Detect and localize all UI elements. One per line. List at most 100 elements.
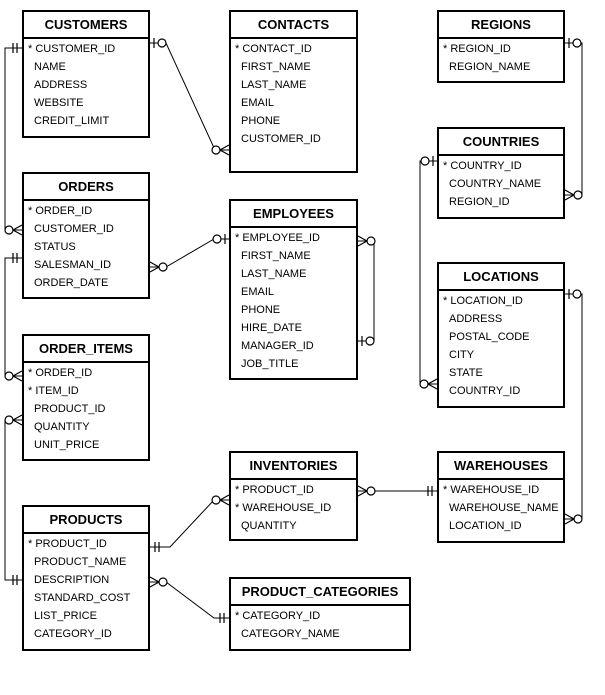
- column: WAREHOUSE_NAME: [439, 499, 563, 517]
- zero-circle-icon: [419, 379, 429, 389]
- column-name: PHONE: [241, 304, 281, 316]
- column: PHONE: [231, 301, 356, 319]
- primary-key-column: * WAREHOUSE_ID: [231, 499, 356, 517]
- table-regions[interactable]: REGIONS * REGION_ID REGION_NAME: [437, 10, 565, 83]
- zero-circle-icon: [573, 514, 583, 524]
- column-name: CATEGORY_NAME: [241, 628, 340, 640]
- column-name: CUSTOMER_ID: [241, 133, 321, 145]
- column-name: CITY: [449, 349, 475, 361]
- column: REGION_ID: [439, 193, 563, 211]
- column-name: LOCATION_ID: [449, 520, 522, 532]
- column-name: UNIT_PRICE: [34, 439, 100, 451]
- column-name: COUNTRY_ID: [450, 160, 522, 172]
- table-title: INVENTORIES: [231, 453, 356, 480]
- primary-key-column: * CUSTOMER_ID: [24, 40, 148, 58]
- column-name: COUNTRY_ID: [449, 385, 521, 397]
- column-name: STANDARD_COST: [34, 592, 131, 604]
- column: CUSTOMER_ID: [231, 130, 356, 148]
- column-name: PRODUCT_ID: [242, 484, 314, 496]
- table-title: ORDER_ITEMS: [24, 336, 148, 363]
- primary-key-column: * ORDER_ID: [24, 364, 148, 382]
- column: COUNTRY_NAME: [439, 175, 563, 193]
- column: REGION_NAME: [439, 58, 563, 76]
- table-customers[interactable]: CUSTOMERS * CUSTOMER_ID NAME ADDRESS WEBSITE…: [22, 10, 150, 138]
- table-title: LOCATIONS: [439, 264, 563, 291]
- zero-circle-icon: [4, 225, 14, 235]
- relationship-line: [4, 47, 22, 231]
- column-name: CUSTOMER_ID: [35, 43, 116, 55]
- table-title: CONTACTS: [231, 12, 356, 39]
- column-name: REGION_NAME: [449, 61, 531, 73]
- column: STATUS: [24, 238, 148, 256]
- primary-key-column: * ITEM_ID: [24, 382, 148, 400]
- table-countries[interactable]: COUNTRIES * COUNTRY_ID COUNTRY_NAME REGION_…: [437, 127, 565, 219]
- column: CATEGORY_NAME: [231, 625, 409, 643]
- zero-circle-icon: [212, 234, 222, 244]
- column-name: LAST_NAME: [241, 268, 307, 280]
- column-name: ORDER_ID: [35, 367, 93, 379]
- table-products[interactable]: PRODUCTS * PRODUCT_ID PRODUCT_NAME DESCRIPT…: [22, 505, 150, 651]
- column: FIRST_NAME: [231, 58, 356, 76]
- column: CITY: [439, 346, 563, 364]
- er-diagram: CUSTOMERS * CUSTOMER_ID NAME ADDRESS WEBSITE…: [0, 0, 605, 695]
- primary-key-column: * CONTACT_ID: [231, 40, 356, 58]
- table-title: ORDERS: [24, 174, 148, 201]
- column: PHONE: [231, 112, 356, 130]
- primary-key-column: * REGION_ID: [439, 40, 563, 58]
- column-name: WAREHOUSE_ID: [450, 484, 540, 496]
- primary-key-column: * EMPLOYEE_ID: [231, 229, 356, 247]
- column-name: ITEM_ID: [35, 385, 79, 397]
- column-name: CREDIT_LIMIT: [34, 115, 110, 127]
- column-name: MANAGER_ID: [241, 340, 314, 352]
- primary-key-column: * CATEGORY_ID: [231, 607, 409, 625]
- column-name: NAME: [34, 61, 66, 73]
- zero-circle-icon: [4, 371, 14, 381]
- column-name: REGION_ID: [450, 43, 511, 55]
- table-orders[interactable]: ORDERS * ORDER_ID CUSTOMER_ID STATUS SALESMA…: [22, 172, 150, 299]
- zero-circle-icon: [4, 415, 14, 425]
- column-name: LOCATION_ID: [450, 295, 523, 307]
- zero-circle-icon: [211, 495, 221, 505]
- table-order-items[interactable]: ORDER_ITEMS * ORDER_ID * ITEM_ID PRODUCT_ID…: [22, 334, 150, 461]
- column-name: STATE: [449, 367, 483, 379]
- column-name: DESCRIPTION: [34, 574, 110, 586]
- primary-key-column: * PRODUCT_ID: [231, 481, 356, 499]
- table-title: EMPLOYEES: [231, 201, 356, 228]
- column-name: QUANTITY: [241, 520, 297, 532]
- column-name: EMAIL: [241, 97, 275, 109]
- column-name: FIRST_NAME: [241, 250, 311, 262]
- table-product-categories[interactable]: PRODUCT_CATEGORIES * CATEGORY_ID CATEGORY_…: [229, 577, 411, 651]
- table-title: REGIONS: [439, 12, 563, 39]
- table-title: PRODUCTS: [24, 507, 148, 534]
- table-contacts[interactable]: CONTACTS * CONTACT_ID FIRST_NAME LAST_NAME E…: [229, 10, 358, 173]
- table-title: PRODUCT_CATEGORIES: [231, 579, 409, 606]
- zero-circle-icon: [157, 38, 167, 48]
- column-name: WAREHOUSE_ID: [242, 502, 332, 514]
- zero-circle-icon: [158, 577, 168, 587]
- table-inventories[interactable]: INVENTORIES * PRODUCT_ID * WAREHOUSE_ID QUA…: [229, 451, 358, 541]
- column-name: PRODUCT_NAME: [34, 556, 127, 568]
- column-name: WEBSITE: [34, 97, 84, 109]
- table-title: COUNTRIES: [439, 129, 563, 156]
- relationship-line: [4, 419, 22, 581]
- relationship-line: [150, 42, 229, 151]
- column: HIRE_DATE: [231, 319, 356, 337]
- column: ADDRESS: [439, 310, 563, 328]
- column: QUANTITY: [231, 517, 356, 535]
- column: CUSTOMER_ID: [24, 220, 148, 238]
- column: PRODUCT_ID: [24, 400, 148, 418]
- zero-circle-icon: [572, 38, 582, 48]
- table-locations[interactable]: LOCATIONS * LOCATION_ID ADDRESS POSTAL_CODE…: [437, 262, 565, 408]
- table-employees[interactable]: EMPLOYEES * EMPLOYEE_ID FIRST_NAME LAST_NAM…: [229, 199, 358, 380]
- table-warehouses[interactable]: WAREHOUSES * WAREHOUSE_ID WAREHOUSE_NAME LO…: [437, 451, 565, 543]
- column-name: ORDER_ID: [35, 205, 93, 217]
- table-title: CUSTOMERS: [24, 12, 148, 39]
- primary-key-column: * PRODUCT_ID: [24, 535, 148, 553]
- column: DESCRIPTION: [24, 571, 148, 589]
- column-name: WAREHOUSE_NAME: [449, 502, 559, 514]
- zero-circle-icon: [420, 156, 430, 166]
- column: COUNTRY_ID: [439, 382, 563, 400]
- column: UNIT_PRICE: [24, 436, 148, 454]
- column: STANDARD_COST: [24, 589, 148, 607]
- zero-circle-icon: [366, 486, 376, 496]
